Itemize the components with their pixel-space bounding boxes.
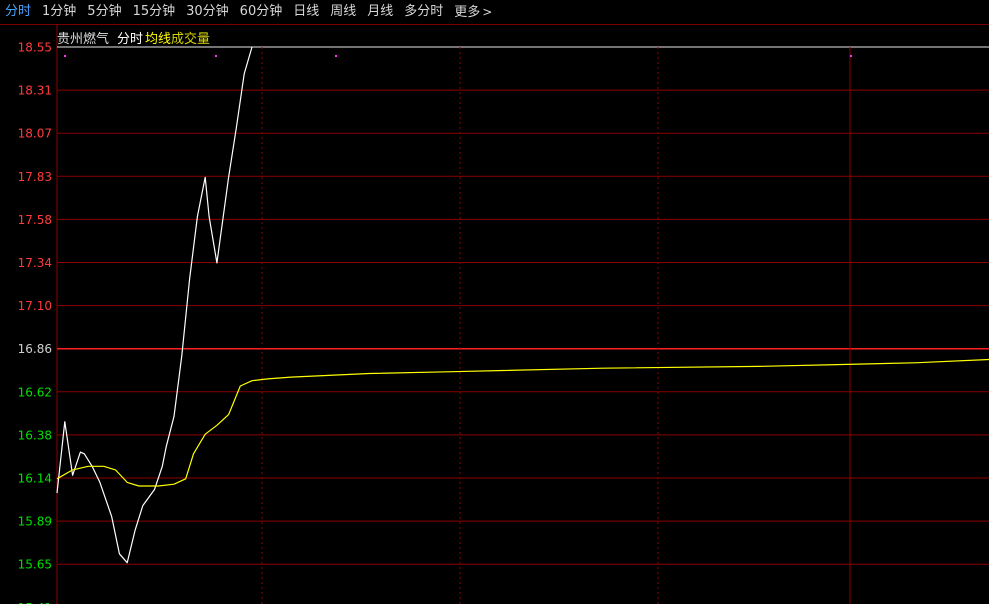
event-marker xyxy=(215,55,217,57)
intraday-chart[interactable]: 18.55 18.31 18.07 17.83 17.58 17.34 17.10 16.86… xyxy=(0,0,989,604)
y-tick-label: 18.55 xyxy=(18,41,52,55)
y-tick-label: 17.58 xyxy=(18,213,52,227)
avg-line xyxy=(56,358,989,487)
y-tick-label: 15.65 xyxy=(18,558,52,572)
event-marker xyxy=(335,55,337,57)
event-marker xyxy=(64,55,66,57)
y-tick-label: 16.38 xyxy=(18,428,52,442)
event-marker xyxy=(850,55,852,57)
y-tick-label: 15.89 xyxy=(18,515,52,529)
y-tick-label: 18.31 xyxy=(18,84,52,98)
y-tick-label: 16.86 xyxy=(18,342,52,356)
y-tick-label: 16.14 xyxy=(18,472,52,486)
y-tick-label: 17.10 xyxy=(18,299,52,313)
price-line xyxy=(56,46,253,564)
y-tick-label: 16.62 xyxy=(18,385,52,399)
y-tick-label: 18.07 xyxy=(18,127,52,141)
y-tick-label: 17.34 xyxy=(18,256,52,270)
y-tick-label: 17.83 xyxy=(18,170,52,184)
